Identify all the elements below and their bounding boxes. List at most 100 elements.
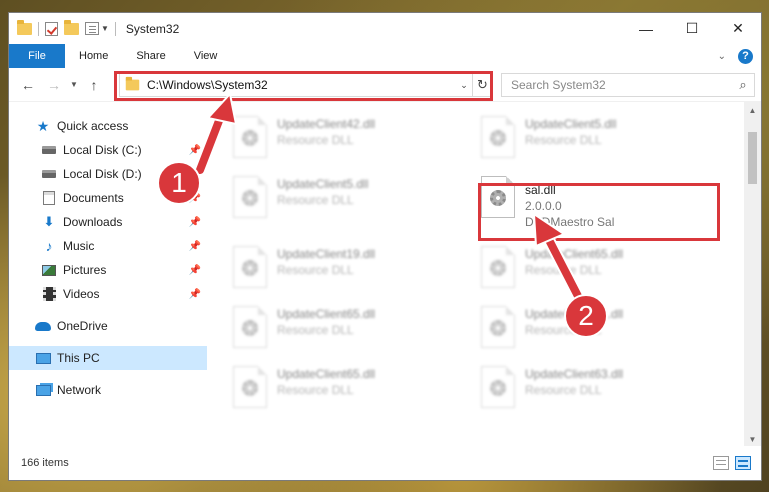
sidebar-item-label: This PC — [57, 351, 100, 365]
sidebar-item-downloads[interactable]: ⬇ Downloads 📌 — [9, 210, 207, 234]
pin-icon[interactable]: 📌 — [189, 145, 201, 156]
dll-file-icon — [481, 306, 515, 348]
gear-icon — [242, 380, 258, 396]
pin-icon[interactable]: 📌 — [189, 241, 201, 252]
sidebar-item-quick-access[interactable]: ★ Quick access — [9, 114, 207, 138]
ribbon-tabs: File Home Share View ⌄ ? — [9, 44, 761, 68]
dll-file-icon — [233, 116, 267, 158]
sidebar-item-this-pc[interactable]: This PC — [9, 346, 207, 370]
gear-icon — [490, 320, 506, 336]
dll-file-icon — [233, 246, 267, 288]
file-tile[interactable]: UpdateClient5.dll Resource DLL — [455, 112, 691, 164]
properties-check-icon[interactable] — [45, 21, 58, 36]
vertical-scrollbar[interactable]: ▲ ▼ — [744, 102, 761, 448]
file-tile[interactable]: UpdateClient63.dll Resource DLL — [455, 362, 691, 414]
sidebar-item-label: Local Disk (D:) — [63, 167, 142, 181]
gear-icon — [490, 130, 506, 146]
tab-view[interactable]: View — [180, 44, 232, 68]
sidebar-item-network[interactable]: Network — [9, 378, 207, 402]
file-tile[interactable]: UpdateClient19.dll Resource DLL — [207, 242, 443, 294]
toolbar-separator — [114, 21, 116, 36]
file-name: UpdateClient5.dll — [277, 177, 369, 191]
file-description: Resource DLL — [525, 263, 602, 277]
network-icon — [35, 382, 51, 398]
file-name: UpdateClient65.dll — [277, 307, 376, 321]
status-bar: 166 items — [9, 446, 761, 480]
scrollbar-thumb[interactable] — [748, 132, 757, 184]
recent-locations-caret-icon[interactable]: ▼ — [67, 80, 81, 89]
tab-file[interactable]: File — [9, 44, 65, 68]
disk-icon — [41, 166, 57, 182]
file-tile[interactable]: UpdateClient5.dll Resource DLL — [207, 172, 443, 224]
file-tile[interactable]: UpdateClient65.dll Resource DLL — [207, 302, 443, 354]
file-name: UpdateClient65.dll — [525, 247, 624, 261]
customize-toolbar-caret-icon[interactable]: ▼ — [101, 24, 109, 33]
scroll-up-icon[interactable]: ▲ — [744, 102, 761, 119]
navigation-pane: ★ Quick access Local Disk (C:) 📌 Local D… — [9, 102, 207, 448]
tab-share[interactable]: Share — [122, 44, 179, 68]
expand-ribbon-chevron-icon[interactable]: ⌄ — [718, 51, 726, 62]
file-tile[interactable]: UpdateClient65.dll Resource DLL — [455, 242, 691, 294]
window-title: System32 — [125, 21, 180, 36]
this-pc-icon — [35, 350, 51, 366]
sidebar-item-label: Music — [63, 239, 95, 253]
sidebar-item-local-disk-c[interactable]: Local Disk (C:) 📌 — [9, 138, 207, 162]
search-icon[interactable]: ⌕ — [732, 77, 754, 93]
file-list: UpdateClient42.dll Resource DLL UpdateCli… — [207, 102, 744, 448]
sidebar-item-music[interactable]: ♪ Music 📌 — [9, 234, 207, 258]
ribbon-right-controls: ⌄ ? — [718, 44, 761, 68]
videos-icon — [41, 286, 57, 302]
sidebar-item-pictures[interactable]: Pictures 📌 — [9, 258, 207, 282]
file-tile[interactable]: UpdateClient65.dll Resource DLL — [207, 362, 443, 414]
music-icon: ♪ — [45, 238, 53, 254]
onedrive-icon — [35, 318, 51, 334]
help-icon[interactable]: ? — [738, 48, 753, 64]
properties-icon[interactable] — [85, 22, 99, 35]
sidebar-item-label: Videos — [63, 287, 100, 301]
sidebar-item-onedrive[interactable]: OneDrive — [9, 314, 207, 338]
back-arrow-icon[interactable]: ← — [15, 77, 41, 93]
callout-badge-2: 2 — [564, 294, 608, 338]
pin-icon[interactable]: 📌 — [189, 217, 201, 228]
dll-file-icon — [481, 116, 515, 158]
pin-icon[interactable]: 📌 — [189, 265, 201, 276]
file-name: UpdateClient63.dll — [525, 367, 624, 381]
maximize-button[interactable]: ☐ — [669, 13, 715, 44]
up-arrow-icon[interactable]: ↑ — [81, 77, 107, 93]
sidebar-item-label: Quick access — [57, 119, 129, 133]
minimize-button[interactable]: — — [623, 13, 669, 44]
close-button[interactable]: ✕ — [715, 13, 761, 44]
sidebar-item-label: Local Disk (C:) — [63, 143, 142, 157]
tiles-view-icon[interactable] — [735, 456, 751, 470]
details-view-icon[interactable] — [713, 456, 729, 470]
file-description: Resource DLL — [277, 383, 354, 397]
callout-badge-1: 1 — [157, 161, 201, 205]
file-tile[interactable]: UpdateClient42.dll Resource DLL — [207, 112, 443, 164]
file-description: Resource DLL — [525, 133, 602, 147]
file-name: UpdateClient5.dll — [525, 117, 617, 131]
new-folder-icon[interactable] — [64, 19, 79, 35]
dll-file-icon — [233, 306, 267, 348]
search-box[interactable]: ⌕ — [501, 73, 755, 97]
highlight-box-sal-dll — [478, 183, 720, 241]
gear-icon — [242, 190, 258, 206]
file-description: Resource DLL — [277, 263, 354, 277]
highlight-box-address-bar — [114, 71, 493, 101]
star-icon: ★ — [36, 117, 50, 134]
quick-access-toolbar: ▼ — [17, 19, 116, 36]
folder-icon[interactable] — [17, 19, 32, 35]
sidebar-item-label: OneDrive — [57, 319, 108, 333]
forward-arrow-icon[interactable]: → — [41, 77, 67, 93]
pin-icon[interactable]: 📌 — [189, 289, 201, 300]
file-name: UpdateClient42.dll — [277, 117, 376, 131]
documents-icon — [41, 190, 57, 206]
search-input[interactable] — [511, 78, 732, 92]
file-description: Resource DLL — [277, 133, 354, 147]
disk-icon — [41, 142, 57, 158]
sidebar-item-label: Documents — [63, 191, 124, 205]
tab-home[interactable]: Home — [65, 44, 122, 68]
sidebar-item-videos[interactable]: Videos 📌 — [9, 282, 207, 306]
downloads-icon: ⬇ — [43, 214, 55, 229]
sidebar-item-label: Pictures — [63, 263, 107, 277]
gear-icon — [242, 130, 258, 146]
